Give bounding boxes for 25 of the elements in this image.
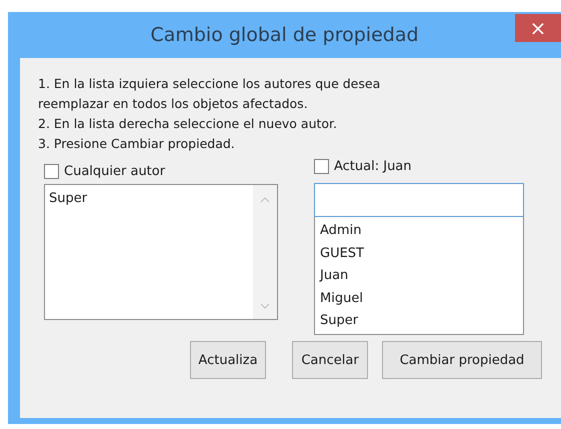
list-item[interactable]: Super bbox=[49, 188, 249, 210]
dialog-button[interactable]: Cancelar bbox=[292, 341, 368, 379]
list-item[interactable]: Juan bbox=[320, 265, 518, 288]
checkbox-label: Actual: Juan bbox=[334, 158, 412, 174]
instruction-text: 1. En la lista izquiera seleccione los autores que desea bbox=[38, 75, 382, 93]
author-list[interactable]: Super bbox=[44, 184, 278, 320]
instruction-text: 2. En la lista derecha seleccione el nuevo autor. bbox=[38, 115, 338, 133]
scroll-up-icon[interactable] bbox=[260, 197, 270, 203]
checkbox-label: Cualquier autor bbox=[64, 164, 166, 178]
checkbox[interactable] bbox=[314, 158, 329, 174]
list-item[interactable]: Miguel bbox=[320, 288, 518, 310]
window-title: Cambio global de propiedad bbox=[150, 24, 419, 46]
list-item[interactable]: Super bbox=[320, 310, 518, 332]
list-item[interactable]: GUEST bbox=[320, 242, 518, 265]
instruction-text: reemplazar en todos los objetos afectados. bbox=[38, 95, 309, 113]
list-item[interactable]: Admin bbox=[320, 220, 518, 242]
scrollbar[interactable] bbox=[253, 185, 277, 319]
checkbox[interactable] bbox=[44, 164, 59, 178]
scroll-down-icon[interactable] bbox=[260, 303, 270, 309]
author-list[interactable]: Admin GUEST Juan Miguel Super bbox=[314, 217, 524, 335]
search-field[interactable] bbox=[314, 183, 524, 217]
dialog-button[interactable]: Cambiar propiedad bbox=[382, 341, 542, 379]
instruction-text: 3. Presione Cambiar propiedad. bbox=[38, 135, 236, 153]
dialog-button[interactable]: Actualiza bbox=[190, 341, 266, 379]
close-button[interactable]: × bbox=[515, 14, 561, 42]
